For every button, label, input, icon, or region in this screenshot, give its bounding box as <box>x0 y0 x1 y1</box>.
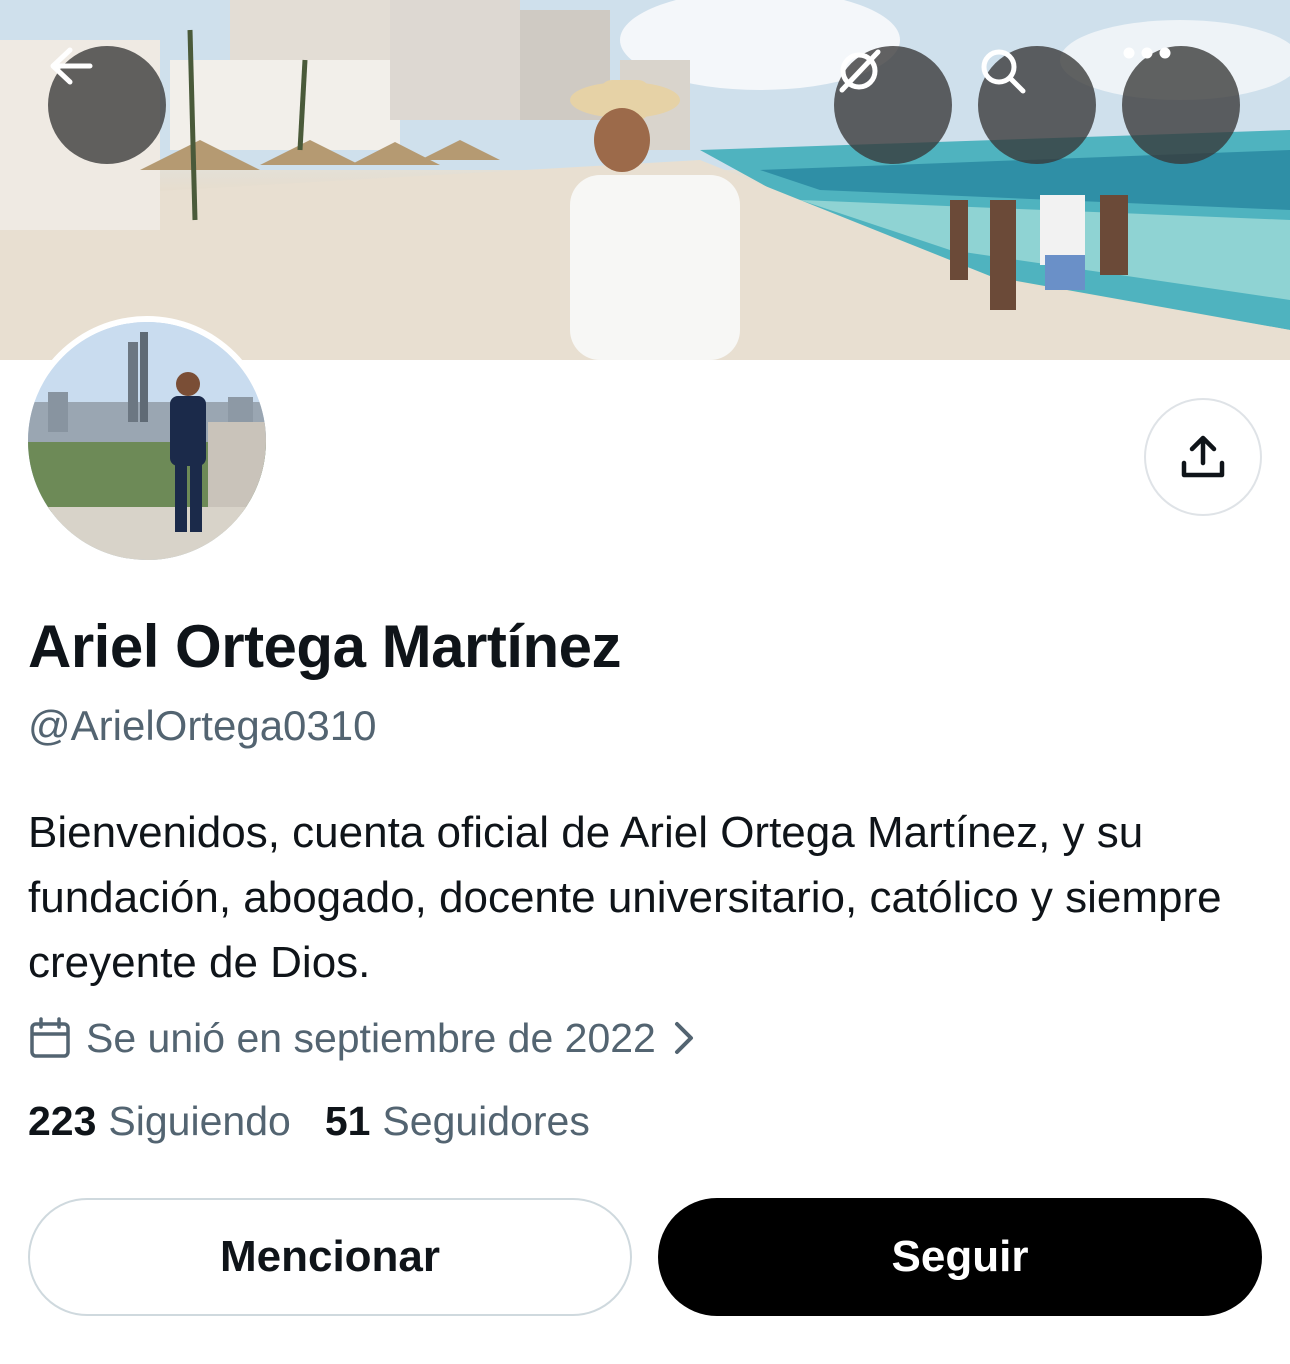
follow-button[interactable]: Seguir <box>658 1198 1262 1316</box>
ellipsis-icon <box>1123 47 1171 59</box>
follow-stats: 223 Siguiendo 51 Seguidores <box>28 1098 624 1145</box>
profile-bio: Bienvenidos, cuenta oficial de Ariel Ort… <box>28 808 1222 987</box>
following-link[interactable]: 223 Siguiendo <box>28 1098 291 1145</box>
search-button[interactable] <box>978 46 1096 164</box>
avatar-image <box>28 322 266 560</box>
profile-avatar[interactable] <box>22 316 272 566</box>
banner-image <box>0 0 1290 360</box>
calendar-icon <box>28 1016 72 1060</box>
mention-button[interactable]: Mencionar <box>28 1198 632 1316</box>
joined-date-text: Se unió en septiembre de 2022 <box>86 1014 656 1061</box>
following-count: 223 <box>28 1098 97 1144</box>
profile-name: Ariel Ortega Martínez <box>28 613 622 680</box>
joined-date-link[interactable]: Se unió en septiembre de 2022 <box>28 1010 694 1066</box>
back-button[interactable] <box>48 46 166 164</box>
followers-count: 51 <box>324 1098 371 1144</box>
search-icon <box>981 49 1026 94</box>
grok-slash-icon <box>839 49 881 93</box>
followers-link[interactable]: 51 Seguidores <box>325 1098 590 1145</box>
more-options-button[interactable] <box>1122 46 1240 164</box>
grok-button[interactable] <box>834 46 952 164</box>
share-upload-icon <box>1181 435 1225 478</box>
arrow-left-icon <box>50 47 93 85</box>
followers-label: Seguidores <box>382 1098 590 1144</box>
following-label: Siguiendo <box>108 1098 291 1144</box>
profile-handle: @ArielOrtega0310 <box>28 702 377 749</box>
chevron-right-icon <box>674 1021 694 1055</box>
profile-banner[interactable] <box>0 0 1290 360</box>
share-button[interactable] <box>1144 398 1262 516</box>
